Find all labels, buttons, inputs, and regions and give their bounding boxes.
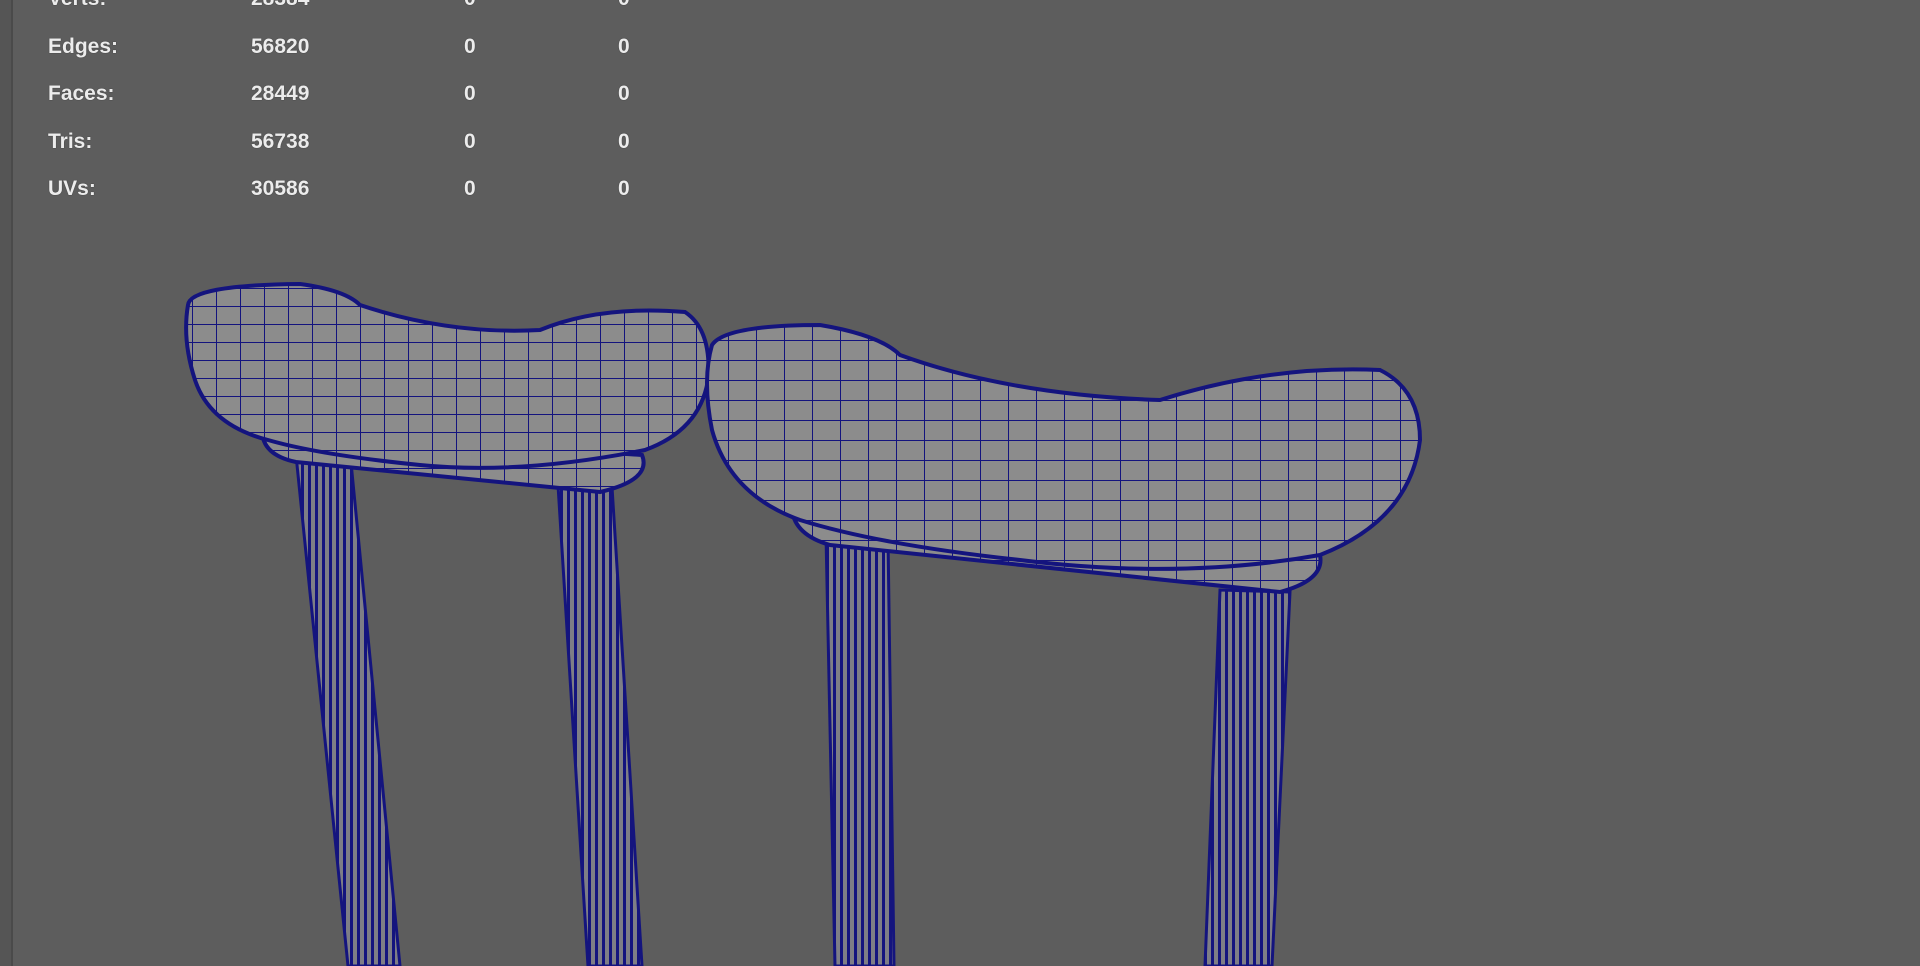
- hud-other-value: 0: [618, 0, 630, 11]
- hud-total-value: 56820: [251, 34, 310, 58]
- left-crutch-pad: [184, 281, 711, 470]
- left-crutch[interactable]: [184, 281, 711, 966]
- hud-total-value: 28384: [251, 0, 309, 11]
- hud-label: Verts:: [48, 0, 106, 11]
- right-crutch[interactable]: [705, 322, 1423, 966]
- hud-label: UVs:: [48, 177, 96, 200]
- left-crutch-leg-left: [294, 450, 402, 966]
- hud-label: Tris:: [48, 129, 93, 153]
- hud-label: Faces:: [48, 82, 115, 105]
- hud-total-value: 56738: [251, 129, 310, 153]
- hud-total-value: 28449: [251, 82, 310, 105]
- hud-selected-value: 0: [464, 0, 476, 11]
- left-crutch-leg-right: [556, 483, 644, 966]
- hud-other-value: 0: [618, 129, 630, 153]
- hud-selected-value: 0: [464, 177, 476, 200]
- hud-selected-value: 0: [464, 129, 476, 153]
- hud-label: Edges:: [48, 34, 119, 58]
- hud-selected-value: 0: [464, 82, 476, 105]
- hud-other-value: 0: [618, 177, 630, 200]
- hud-other-value: 0: [618, 34, 630, 58]
- hud-total-value: 30586: [251, 177, 310, 200]
- right-crutch-leg-left: [824, 533, 896, 966]
- right-crutch-leg-right: [1203, 588, 1292, 966]
- hud-selected-value: 0: [464, 34, 476, 58]
- hud-other-value: 0: [618, 82, 630, 105]
- 3d-viewport[interactable]: Verts: 28384 0 0 Edges: 56820 0 0 Faces:…: [0, 0, 1920, 966]
